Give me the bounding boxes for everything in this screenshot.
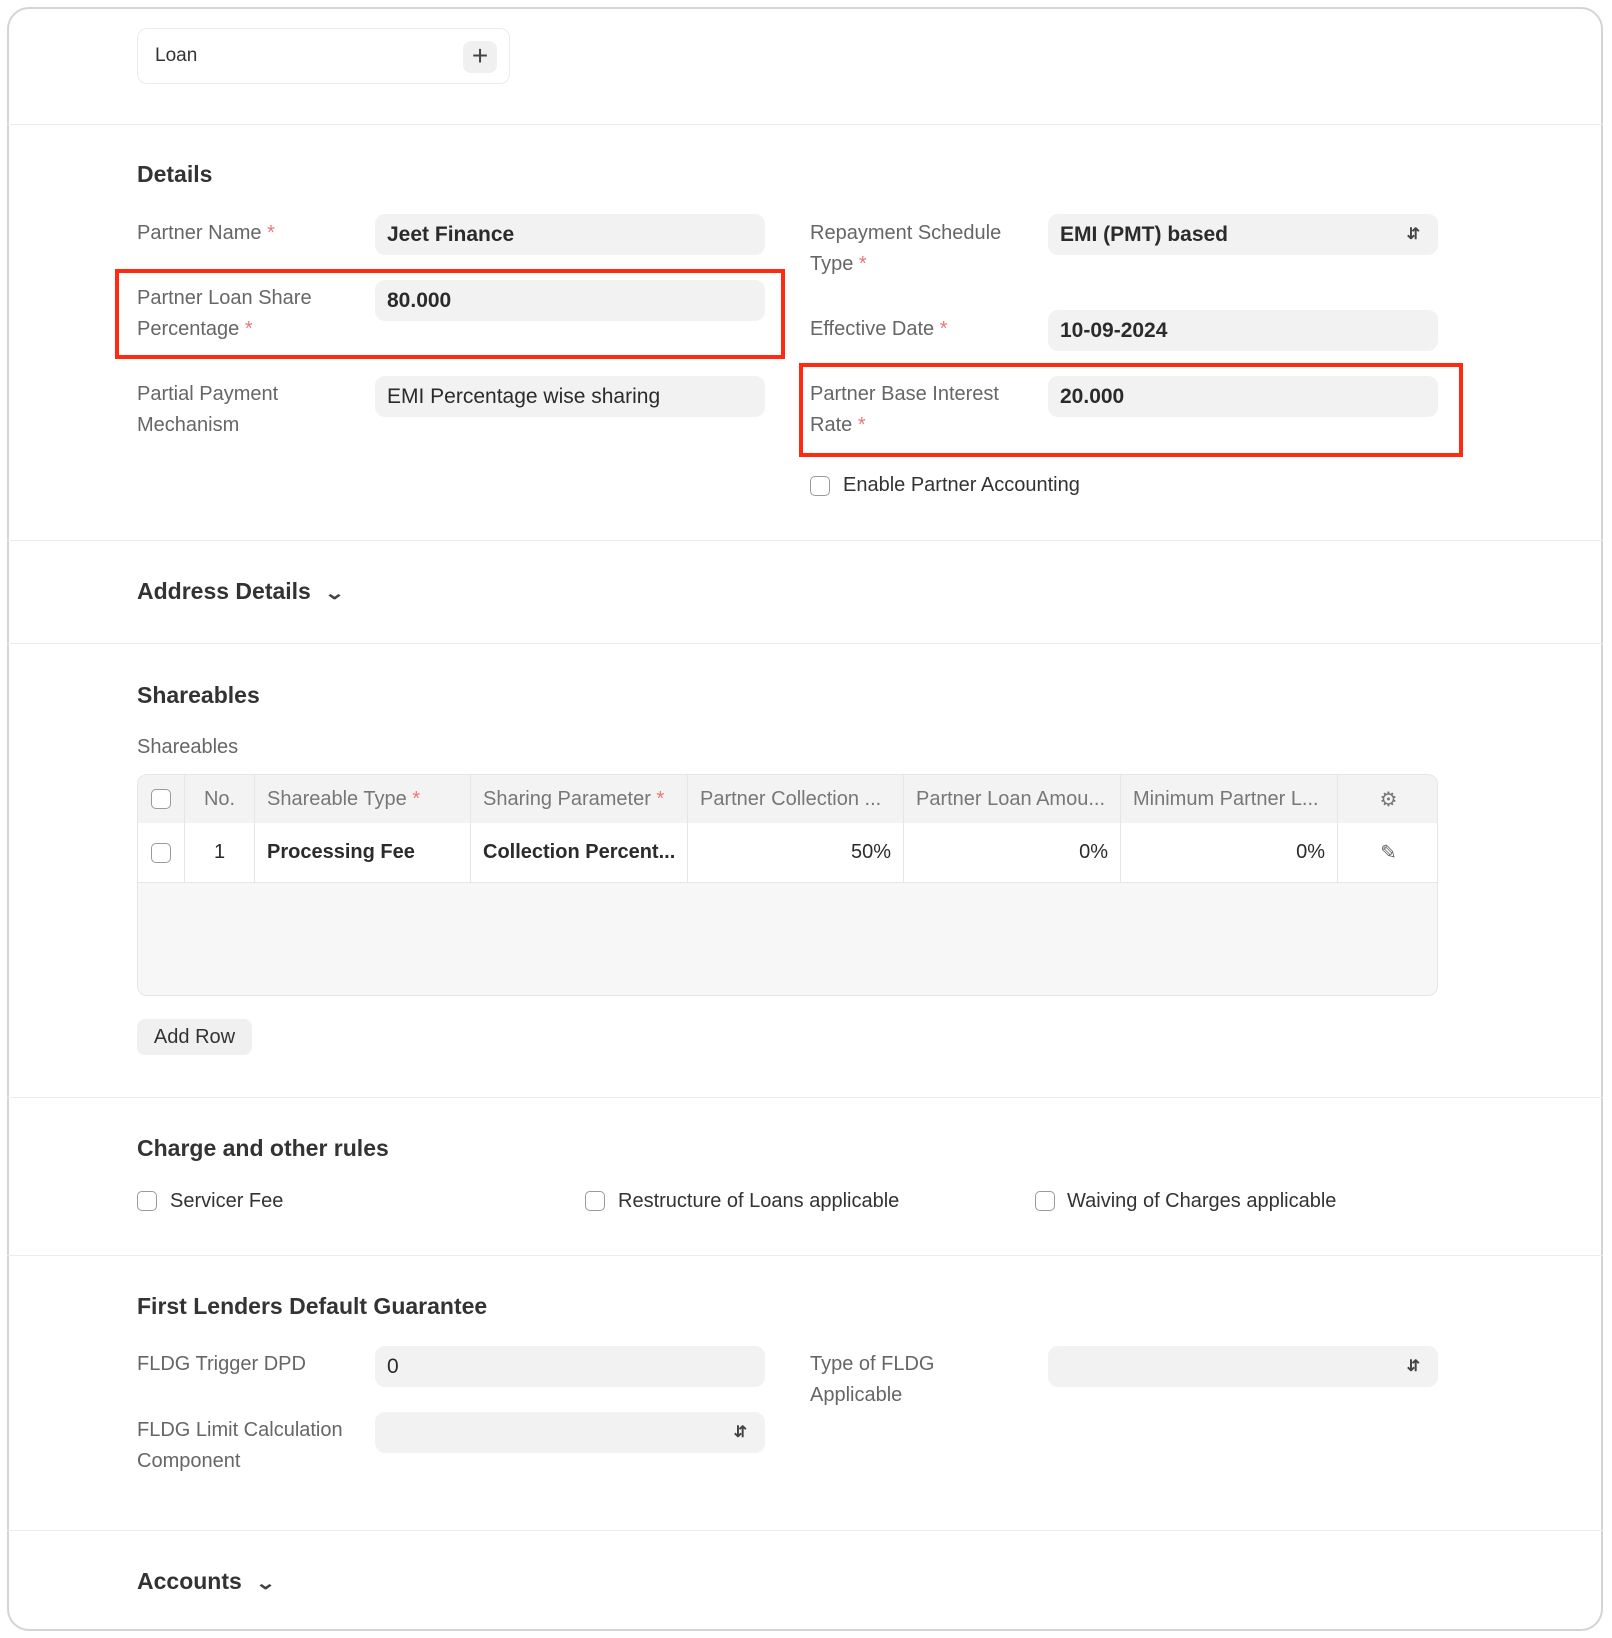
- gear-icon[interactable]: ⚙: [1338, 775, 1438, 823]
- charges-heading: Charge and other rules: [137, 1135, 389, 1162]
- divider: [7, 1097, 1603, 1098]
- table-header: No. Shareable Type * Sharing Parameter *…: [138, 775, 1437, 823]
- fldg-trigger-input[interactable]: 0: [375, 1346, 765, 1387]
- base-interest-input[interactable]: 20.000: [1048, 376, 1438, 417]
- loan-link-label: Loan: [155, 45, 197, 67]
- partial-payment-input[interactable]: EMI Percentage wise sharing: [375, 376, 765, 417]
- chevron-down-icon: ⌄: [324, 583, 345, 604]
- shareables-table-label: Shareables: [137, 732, 238, 763]
- effective-date-input[interactable]: 10-09-2024: [1048, 310, 1438, 351]
- loan-share-input[interactable]: 80.000: [375, 280, 765, 321]
- table-row[interactable]: 1 Processing Fee Collection Percent... 5…: [138, 823, 1437, 883]
- enable-accounting-label: Enable Partner Accounting: [843, 474, 1080, 497]
- divider: [7, 1255, 1603, 1256]
- row-shareable-type[interactable]: Processing Fee: [255, 823, 471, 882]
- fldg-heading: First Lenders Default Guarantee: [137, 1293, 487, 1320]
- row-sharing-parameter[interactable]: Collection Percent...: [471, 823, 688, 882]
- col-sharing-parameter: Sharing Parameter *: [471, 775, 688, 823]
- servicer-fee-checkbox[interactable]: [137, 1191, 157, 1211]
- select-arrows-icon: ⇵: [734, 1412, 747, 1453]
- col-partner-collection: Partner Collection ...: [688, 775, 904, 823]
- row-partner-loan-amount[interactable]: 0%: [904, 823, 1121, 882]
- details-heading: Details: [137, 161, 212, 188]
- divider: [7, 643, 1603, 644]
- fldg-type-label: Type of FLDGApplicable: [810, 1349, 935, 1411]
- restructure-label: Restructure of Loans applicable: [618, 1190, 899, 1213]
- row-minimum-partner[interactable]: 0%: [1121, 823, 1338, 882]
- shareables-heading: Shareables: [137, 682, 260, 709]
- address-details-toggle[interactable]: Address Details⌄: [137, 578, 342, 605]
- waiving-checkbox[interactable]: [1035, 1191, 1055, 1211]
- select-all-checkbox[interactable]: [151, 789, 171, 809]
- base-interest-label: Partner Base InterestRate *: [810, 379, 999, 441]
- select-arrows-icon: ⇵: [1407, 1346, 1420, 1387]
- fldg-trigger-label: FLDG Trigger DPD: [137, 1349, 306, 1380]
- fldg-type-select[interactable]: ⇵: [1048, 1346, 1438, 1387]
- shareables-table: No. Shareable Type * Sharing Parameter *…: [137, 774, 1438, 996]
- fldg-limit-label: FLDG Limit CalculationComponent: [137, 1415, 343, 1477]
- loan-share-label: Partner Loan SharePercentage *: [137, 283, 312, 345]
- row-no: 1: [185, 823, 255, 882]
- edit-pencil-icon[interactable]: ✎: [1338, 823, 1438, 882]
- waiving-label: Waiving of Charges applicable: [1067, 1190, 1336, 1213]
- col-partner-loan-amount: Partner Loan Amou...: [904, 775, 1121, 823]
- col-shareable-type: Shareable Type *: [255, 775, 471, 823]
- partner-name-label: Partner Name *: [137, 218, 275, 249]
- repayment-schedule-select[interactable]: EMI (PMT) based ⇵: [1048, 214, 1438, 255]
- divider: [7, 1530, 1603, 1531]
- repayment-schedule-label: Repayment ScheduleType *: [810, 218, 1001, 280]
- repayment-schedule-value: EMI (PMT) based: [1060, 223, 1228, 246]
- servicer-fee-label: Servicer Fee: [170, 1190, 283, 1213]
- partial-payment-label: Partial PaymentMechanism: [137, 379, 278, 441]
- select-arrows-icon: ⇵: [1407, 214, 1420, 255]
- plus-icon[interactable]: +: [463, 41, 497, 73]
- row-partner-collection[interactable]: 50%: [688, 823, 904, 882]
- fldg-limit-select[interactable]: ⇵: [375, 1412, 765, 1453]
- loan-link-field[interactable]: Loan +: [137, 28, 510, 84]
- row-checkbox[interactable]: [151, 843, 171, 863]
- enable-accounting-checkbox[interactable]: [810, 476, 830, 496]
- add-row-button[interactable]: Add Row: [137, 1019, 252, 1055]
- partner-name-input[interactable]: Jeet Finance: [375, 214, 765, 255]
- effective-date-label: Effective Date *: [810, 314, 948, 345]
- chevron-down-icon: ⌄: [255, 1573, 276, 1594]
- divider: [7, 124, 1603, 125]
- accounts-toggle[interactable]: Accounts⌄: [137, 1568, 273, 1595]
- restructure-checkbox[interactable]: [585, 1191, 605, 1211]
- divider: [7, 540, 1603, 541]
- col-no: No.: [185, 775, 255, 823]
- col-minimum-partner: Minimum Partner L...: [1121, 775, 1338, 823]
